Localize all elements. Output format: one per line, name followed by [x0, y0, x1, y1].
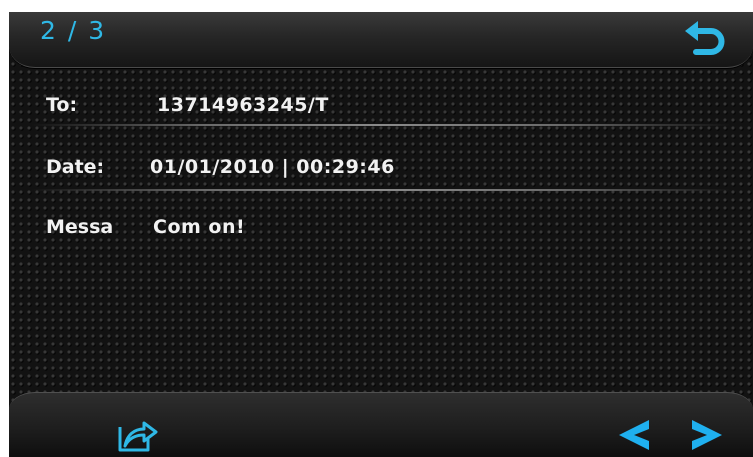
to-label: To: — [46, 94, 78, 116]
footer-bar — [9, 392, 753, 457]
forward-button[interactable] — [117, 415, 159, 453]
date-value: 01/01/2010 | 00:29:46 — [150, 156, 395, 178]
message-body: Com on! — [153, 216, 246, 238]
date-row: Date: 01/01/2010 | 00:29:46 — [9, 136, 753, 196]
recipient-number: 13714963245/T — [157, 94, 329, 116]
message-label: Messa — [46, 216, 114, 238]
date-label: Date: — [46, 156, 105, 178]
previous-button[interactable] — [615, 416, 653, 454]
chevron-left-icon — [619, 420, 649, 450]
header-bar: 2 / 3 — [9, 12, 753, 68]
next-button[interactable] — [688, 416, 726, 454]
sms-detail-screen: 2 / 3 To: 13714963245/T Date: 01/01/2010… — [9, 12, 753, 457]
page-indicator: 2 / 3 — [40, 16, 107, 45]
message-row: Messa Com on! — [9, 196, 753, 256]
separator — [31, 124, 731, 126]
back-button[interactable] — [681, 17, 729, 61]
separator — [31, 189, 731, 191]
chevron-right-icon — [692, 420, 722, 450]
forward-share-icon — [118, 421, 158, 452]
undo-arrow-icon — [685, 21, 725, 55]
